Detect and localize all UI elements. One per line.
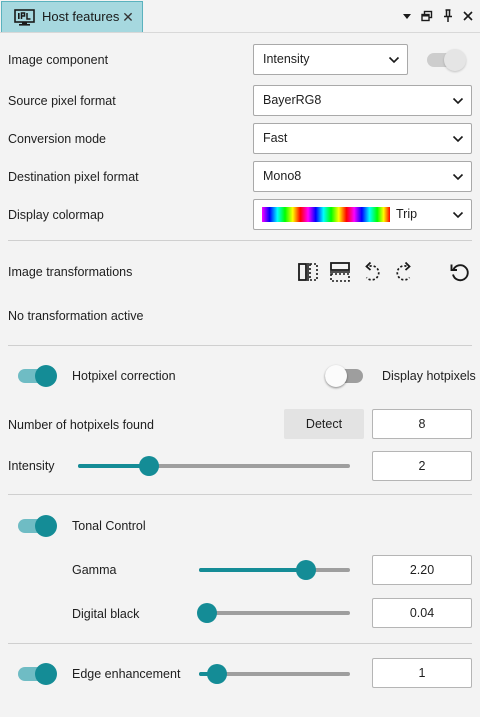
rotate-left-icon[interactable] (361, 261, 383, 283)
source-pixel-format-value: BayerRG8 (263, 93, 322, 107)
tab-host-features[interactable]: Host features ✕ (1, 1, 143, 32)
switch-knob (325, 365, 347, 387)
tonal-control-label: Tonal Control (72, 519, 146, 533)
image-component-select[interactable]: Intensity (253, 44, 408, 75)
conversion-mode-value: Fast (263, 131, 288, 145)
destination-pixel-format-label: Destination pixel format (8, 170, 139, 184)
flip-vertical-icon[interactable] (329, 261, 351, 283)
destination-pixel-format-value: Mono8 (263, 169, 302, 183)
image-transformations-label: Image transformations (8, 265, 133, 279)
source-pixel-format-label: Source pixel format (8, 94, 116, 108)
edge-enhancement-slider[interactable] (199, 663, 350, 685)
edge-enhancement-value[interactable]: 1 (372, 658, 472, 688)
slider-thumb[interactable] (197, 603, 217, 623)
switch-knob (35, 515, 57, 537)
slider-thumb[interactable] (296, 560, 316, 580)
dropdown-caret-icon[interactable] (400, 8, 414, 24)
slider-fill (199, 568, 306, 572)
edge-enhancement-toggle[interactable] (18, 663, 57, 685)
conversion-mode-select[interactable]: Fast (253, 123, 472, 154)
image-component-toggle[interactable] (427, 49, 466, 71)
pin-icon[interactable] (441, 8, 455, 24)
switch-knob (35, 663, 57, 685)
rotate-right-icon[interactable] (393, 261, 415, 283)
chevron-down-icon (388, 56, 400, 64)
ipl-monitor-icon (14, 9, 35, 26)
reset-icon[interactable] (449, 261, 471, 283)
switch-knob (35, 365, 57, 387)
gamma-slider[interactable] (199, 559, 350, 581)
digital-black-value[interactable]: 0.04 (372, 598, 472, 628)
divider (8, 494, 472, 495)
chevron-down-icon (452, 211, 464, 219)
edge-enhancement-label: Edge enhancement (72, 667, 181, 681)
colormap-preview (262, 207, 390, 222)
close-icon[interactable] (461, 8, 475, 24)
chevron-down-icon (452, 135, 464, 143)
image-component-label: Image component (8, 53, 109, 67)
intensity-value[interactable]: 2 (372, 451, 472, 481)
display-colormap-select[interactable]: Trip (253, 199, 472, 230)
hotpixels-found-label: Number of hotpixels found (8, 418, 154, 432)
divider (8, 345, 472, 346)
flip-horizontal-icon[interactable] (297, 261, 319, 283)
slider-thumb[interactable] (207, 664, 227, 684)
hotpixels-found-value: 8 (372, 409, 472, 439)
close-icon[interactable]: ✕ (121, 8, 135, 26)
digital-black-slider[interactable] (197, 602, 350, 624)
hotpixel-correction-label: Hotpixel correction (72, 369, 176, 383)
source-pixel-format-select[interactable]: BayerRG8 (253, 85, 472, 116)
destination-pixel-format-select[interactable]: Mono8 (253, 161, 472, 192)
gamma-label: Gamma (72, 563, 117, 577)
switch-knob (444, 49, 466, 71)
display-colormap-label: Display colormap (8, 208, 104, 222)
tonal-control-toggle[interactable] (18, 515, 57, 537)
chevron-down-icon (452, 173, 464, 181)
transformation-status: No transformation active (8, 309, 144, 323)
conversion-mode-label: Conversion mode (8, 132, 106, 146)
intensity-label: Intensity (8, 459, 55, 473)
display-hotpixels-label: Display hotpixels (382, 369, 476, 383)
gamma-value[interactable]: 2.20 (372, 555, 472, 585)
display-hotpixels-toggle[interactable] (325, 365, 363, 387)
slider-rail (199, 611, 350, 615)
divider (8, 240, 472, 241)
display-colormap-value: Trip (396, 207, 418, 221)
chevron-down-icon (452, 97, 464, 105)
slider-thumb[interactable] (139, 456, 159, 476)
title-bar: Host features ✕ (0, 0, 480, 33)
intensity-slider[interactable] (78, 455, 350, 477)
detect-button[interactable]: Detect (284, 409, 364, 439)
divider (8, 643, 472, 644)
digital-black-label: Digital black (72, 607, 140, 621)
hotpixel-correction-toggle[interactable] (18, 365, 57, 387)
image-component-value: Intensity (263, 52, 310, 66)
tab-title: Host features (42, 9, 120, 24)
restore-window-icon[interactable] (420, 8, 434, 24)
